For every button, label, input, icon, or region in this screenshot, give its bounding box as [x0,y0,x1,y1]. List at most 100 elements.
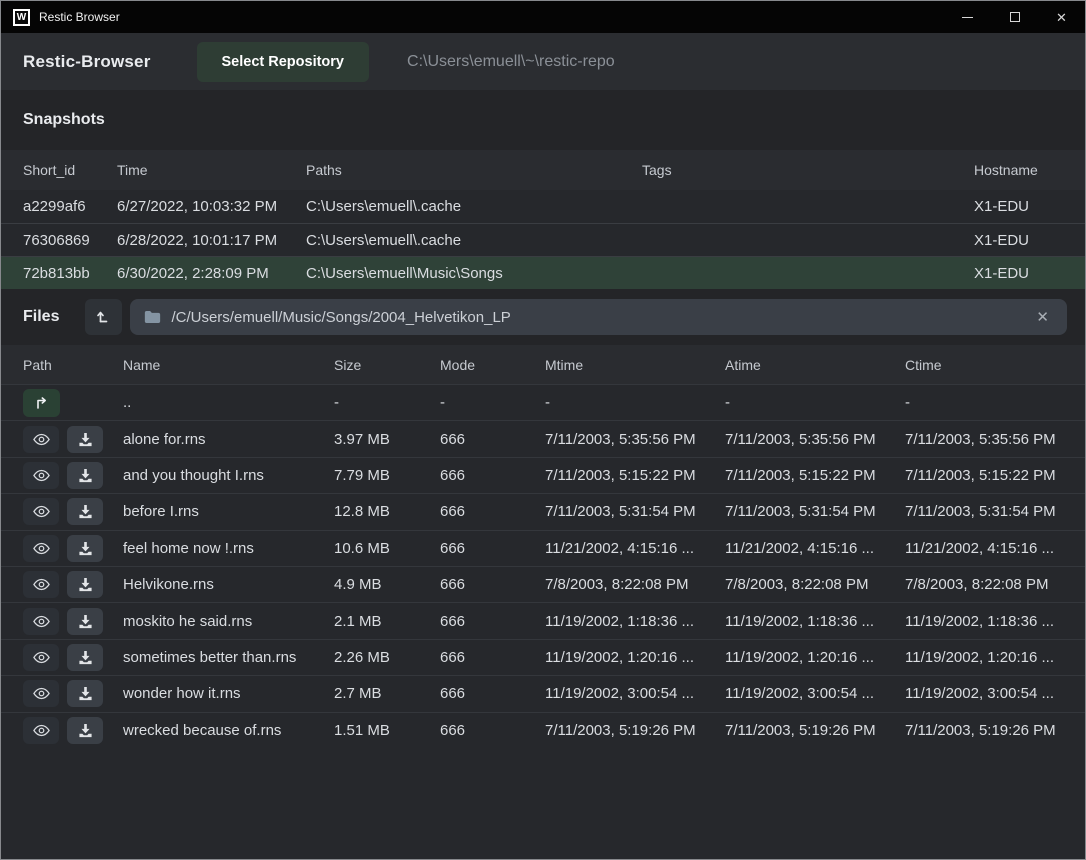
files-path-input[interactable]: /C/Users/emuell/Music/Songs/2004_Helveti… [130,299,1067,335]
snapshot-time: 6/30/2022, 2:28:09 PM [117,265,306,282]
snapshot-time: 6/27/2022, 10:03:32 PM [117,198,306,215]
file-name: wonder how it.rns [123,685,334,702]
file-name: feel home now !.rns [123,540,334,557]
eye-icon [33,651,50,664]
download-file-button[interactable] [67,717,103,744]
window-title: Restic Browser [39,10,120,24]
col-hostname: Hostname [974,162,1085,178]
preview-file-button[interactable] [23,680,59,707]
select-repository-button[interactable]: Select Repository [197,42,370,82]
file-atime: 11/19/2002, 3:00:54 ... [725,685,905,702]
eye-icon [33,687,50,700]
file-size: 2.7 MB [334,685,440,702]
eye-icon [33,578,50,591]
col-name: Name [123,357,334,373]
clear-path-button[interactable]: ✕ [1032,308,1053,327]
file-mtime: 7/11/2003, 5:15:22 PM [545,467,725,484]
file-atime: 7/11/2003, 5:35:56 PM [725,431,905,448]
file-size: 3.97 MB [334,431,440,448]
file-size: 2.26 MB [334,649,440,666]
preview-file-button[interactable] [23,462,59,489]
file-size: 12.8 MB [334,503,440,520]
snapshot-paths: C:\Users\emuell\.cache [306,198,642,215]
download-file-button[interactable] [67,680,103,707]
file-atime: - [725,394,905,411]
file-ctime: 7/8/2003, 8:22:08 PM [905,576,1085,593]
file-mode: 666 [440,576,545,593]
download-icon [78,614,93,629]
snapshot-row[interactable]: 72b813bb6/30/2022, 2:28:09 PMC:\Users\em… [1,256,1085,289]
file-name: moskito he said.rns [123,613,334,630]
files-table-body: ..-----alone for.rns3.97 MB6667/11/2003,… [1,384,1085,748]
snapshot-row[interactable]: a2299af66/27/2022, 10:03:32 PMC:\Users\e… [1,190,1085,223]
file-name: alone for.rns [123,431,334,448]
file-mode: 666 [440,722,545,739]
file-mtime: 11/21/2002, 4:15:16 ... [545,540,725,557]
file-name: Helvikone.rns [123,576,334,593]
maximize-button[interactable] [991,1,1038,33]
file-size: 1.51 MB [334,722,440,739]
snapshot-hostname: X1-EDU [974,265,1085,282]
minimize-button[interactable] [944,1,991,33]
file-name: before I.rns [123,503,334,520]
download-file-button[interactable] [67,462,103,489]
file-atime: 7/11/2003, 5:19:26 PM [725,722,905,739]
files-path-value: /C/Users/emuell/Music/Songs/2004_Helveti… [171,309,1032,326]
download-file-button[interactable] [67,426,103,453]
snapshot-paths: C:\Users\emuell\Music\Songs [306,265,642,282]
file-row: feel home now !.rns10.6 MB66611/21/2002,… [1,530,1085,566]
download-file-button[interactable] [67,498,103,525]
file-mtime: 7/11/2003, 5:19:26 PM [545,722,725,739]
file-mtime: 11/19/2002, 1:18:36 ... [545,613,725,630]
close-button[interactable]: ✕ [1038,1,1085,33]
download-file-button[interactable] [67,608,103,635]
download-file-button[interactable] [67,644,103,671]
col-path: Path [23,357,123,373]
level-up-button[interactable] [85,299,122,335]
file-mode: 666 [440,467,545,484]
preview-file-button[interactable] [23,717,59,744]
snapshot-paths: C:\Users\emuell\.cache [306,232,642,249]
file-atime: 11/19/2002, 1:18:36 ... [725,613,905,630]
snapshots-table-body: a2299af66/27/2022, 10:03:32 PMC:\Users\e… [1,190,1085,289]
download-file-button[interactable] [67,571,103,598]
maximize-icon [1010,12,1020,22]
snapshot-short-id: 72b813bb [23,265,117,282]
file-mode: 666 [440,613,545,630]
preview-file-button[interactable] [23,498,59,525]
files-heading: Files [23,308,59,326]
file-atime: 7/11/2003, 5:15:22 PM [725,467,905,484]
file-mtime: 7/11/2003, 5:31:54 PM [545,503,725,520]
snapshot-hostname: X1-EDU [974,232,1085,249]
eye-icon [33,469,50,482]
file-name: sometimes better than.rns [123,649,334,666]
snapshot-row[interactable]: 763068696/28/2022, 10:01:17 PMC:\Users\e… [1,223,1085,256]
col-short-id: Short_id [23,162,117,178]
snapshots-table-header: Short_id Time Paths Tags Hostname [1,150,1085,190]
preview-file-button[interactable] [23,608,59,635]
file-row: Helvikone.rns4.9 MB666 7/8/2003, 8:22:08 … [1,566,1085,602]
download-icon [78,577,93,592]
preview-file-button[interactable] [23,571,59,598]
file-mode: 666 [440,431,545,448]
file-ctime: 11/21/2002, 4:15:16 ... [905,540,1085,557]
file-size: 10.6 MB [334,540,440,557]
preview-file-button[interactable] [23,535,59,562]
file-size: 2.1 MB [334,613,440,630]
file-size: 7.79 MB [334,467,440,484]
file-size: 4.9 MB [334,576,440,593]
restic-browser-window: W Restic Browser ✕ Restic-Browser Select… [0,0,1086,860]
folder-icon [144,310,161,324]
download-icon [78,686,93,701]
file-atime: 11/19/2002, 1:20:16 ... [725,649,905,666]
file-row: wrecked because of.rns1.51 MB6667/11/200… [1,712,1085,748]
download-file-button[interactable] [67,535,103,562]
preview-file-button[interactable] [23,426,59,453]
file-ctime: 11/19/2002, 1:20:16 ... [905,649,1085,666]
file-mtime: 7/11/2003, 5:35:56 PM [545,431,725,448]
snapshots-heading: Snapshots [23,111,105,129]
open-parent-button[interactable] [23,389,60,417]
file-mode: - [440,394,545,411]
file-row: wonder how it.rns2.7 MB66611/19/2002, 3:… [1,675,1085,711]
preview-file-button[interactable] [23,644,59,671]
